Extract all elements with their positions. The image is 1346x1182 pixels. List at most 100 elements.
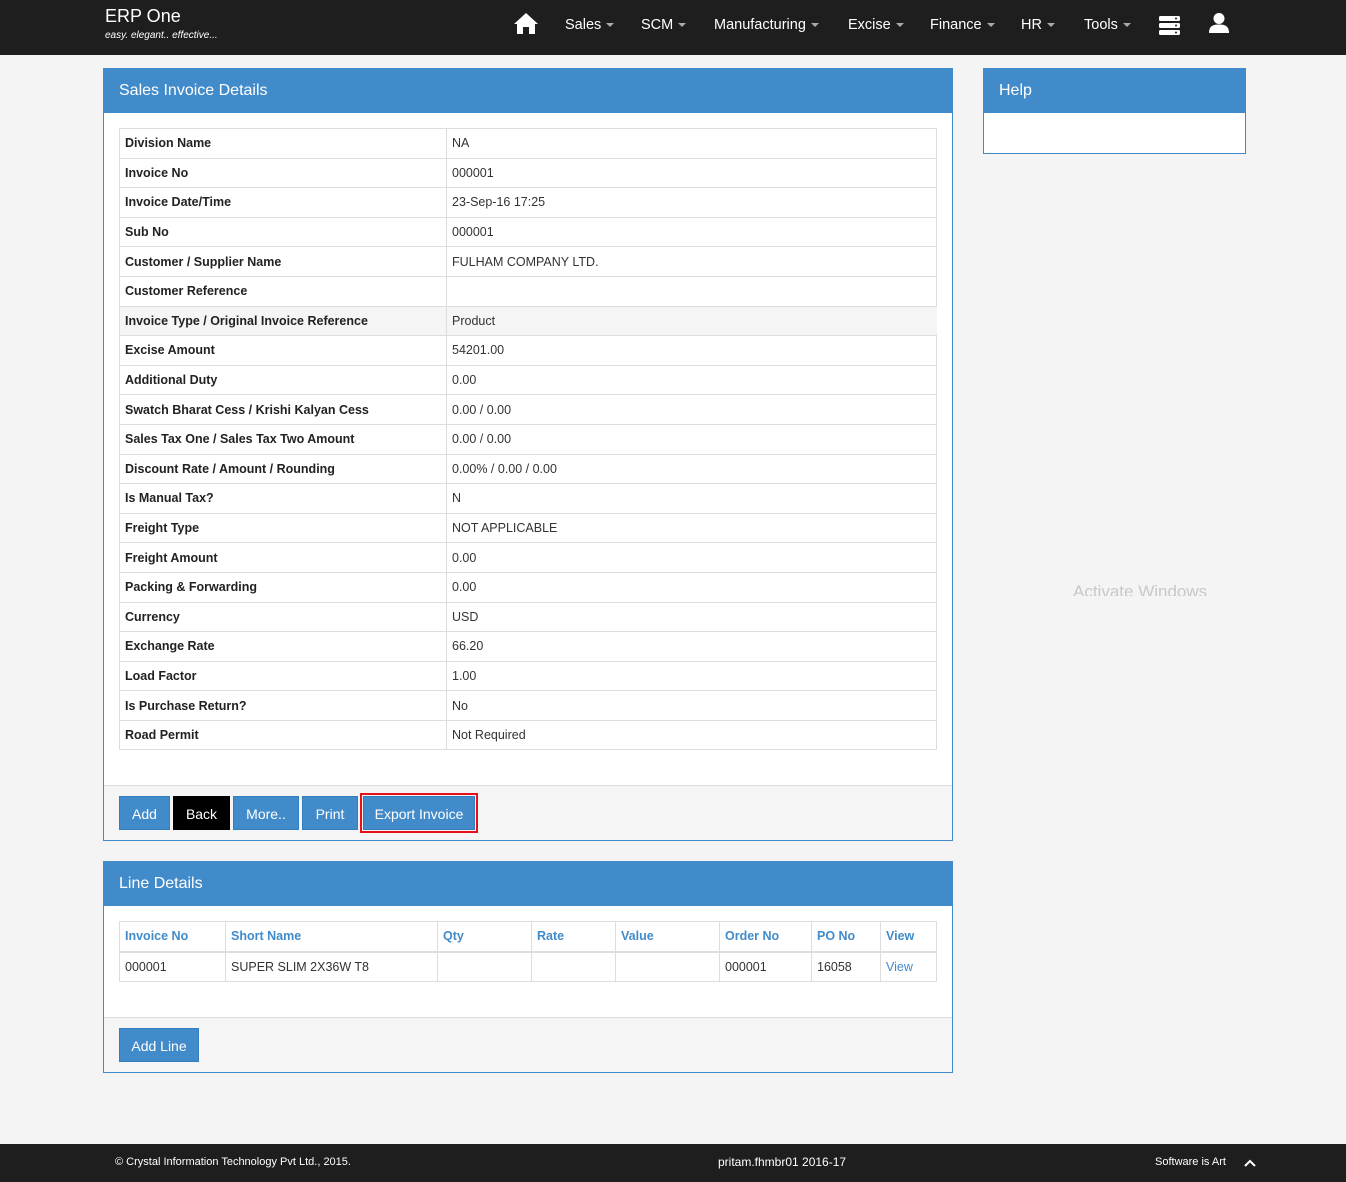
detail-value: 000001 <box>446 157 937 189</box>
detail-label: Is Manual Tax? <box>119 483 447 514</box>
export-invoice-button[interactable]: Export Invoice <box>360 793 478 833</box>
detail-row: Load Factor 1.00 <box>119 660 937 692</box>
detail-row: Road Permit Not Required <box>119 719 937 751</box>
detail-label: Excise Amount <box>119 335 447 366</box>
detail-value: Product <box>446 305 937 337</box>
detail-label: Freight Type <box>119 512 447 544</box>
detail-label: Swatch Bharat Cess / Krishi Kalyan Cess <box>119 394 447 425</box>
cell-po-no: 16058 <box>811 951 881 982</box>
column-header[interactable]: Value <box>615 921 720 953</box>
detail-value: 1.00 <box>446 660 937 692</box>
more-button[interactable]: More.. <box>233 796 299 830</box>
detail-label: Sales Tax One / Sales Tax Two Amount <box>119 423 447 455</box>
chevron-down-icon <box>678 23 687 28</box>
session-text: pritam.fhmbr01 2016-17 <box>718 1155 847 1169</box>
cell-order-no: 000001 <box>719 951 812 982</box>
nav-hr[interactable]: HR <box>1021 17 1055 33</box>
column-header[interactable]: Invoice No <box>119 921 226 953</box>
home-icon[interactable] <box>513 11 539 35</box>
detail-value: 0.00 <box>446 542 937 573</box>
nav-manufacturing[interactable]: Manufacturing <box>714 17 819 33</box>
line-details-panel: Line Details Invoice No Short Name Qty R… <box>103 861 953 1073</box>
detail-value: Not Required <box>446 719 937 751</box>
nav-tools[interactable]: Tools <box>1084 17 1131 33</box>
table-header-row: Invoice No Short Name Qty Rate Value Ord… <box>119 921 937 953</box>
detail-label: Additional Duty <box>119 364 447 396</box>
copyright-text: © Crystal Information Technology Pvt Ltd… <box>115 1156 351 1168</box>
view-link[interactable]: View <box>886 960 913 974</box>
cell-value <box>615 951 720 982</box>
detail-row: Is Purchase Return? No <box>119 690 937 721</box>
detail-row: Additional Duty 0.00 <box>119 364 937 396</box>
invoice-actions-bar: Add Back More.. Print Export Invoice <box>104 785 952 840</box>
detail-label: Discount Rate / Amount / Rounding <box>119 453 447 485</box>
detail-label: Division Name <box>119 128 447 159</box>
detail-label: Is Purchase Return? <box>119 690 447 721</box>
detail-row: Sales Tax One / Sales Tax Two Amount 0.00… <box>119 423 937 455</box>
column-header[interactable]: Qty <box>437 921 532 953</box>
nav-finance[interactable]: Finance <box>930 17 995 33</box>
detail-label: Customer / Supplier Name <box>119 246 447 277</box>
server-icon[interactable] <box>1159 16 1180 36</box>
detail-label: Invoice Type / Original Invoice Referenc… <box>119 305 447 337</box>
detail-row: Excise Amount 54201.00 <box>119 335 937 366</box>
detail-value: USD <box>446 601 937 633</box>
print-button[interactable]: Print <box>302 796 358 830</box>
column-header[interactable]: Rate <box>531 921 616 953</box>
add-line-button[interactable]: Add Line <box>119 1028 199 1062</box>
detail-value: FULHAM COMPANY LTD. <box>446 246 937 277</box>
detail-row: Invoice Date/Time 23-Sep-16 17:25 <box>119 187 937 218</box>
detail-row: Freight Amount 0.00 <box>119 542 937 573</box>
brand-title[interactable]: ERP One <box>105 5 218 27</box>
detail-label: Invoice Date/Time <box>119 187 447 218</box>
detail-row: Swatch Bharat Cess / Krishi Kalyan Cess 0… <box>119 394 937 425</box>
chevron-down-icon <box>810 23 819 28</box>
user-icon[interactable] <box>1208 12 1230 34</box>
cell-view: View <box>880 951 937 982</box>
nav-excise[interactable]: Excise <box>848 17 904 33</box>
panel-title: Sales Invoice Details <box>104 69 952 113</box>
column-header[interactable]: PO No <box>811 921 881 953</box>
line-actions-bar: Add Line <box>104 1017 952 1072</box>
top-navbar: ERP One easy. elegant.. effective... Sal… <box>0 0 1346 55</box>
back-button[interactable]: Back <box>173 796 230 830</box>
detail-label: Currency <box>119 601 447 633</box>
detail-row: Discount Rate / Amount / Rounding 0.00% /… <box>119 453 937 485</box>
invoice-details-panel: Sales Invoice Details Division Name NA Inv… <box>103 68 953 841</box>
chevron-down-icon <box>986 23 995 28</box>
detail-row: Exchange Rate 66.20 <box>119 631 937 662</box>
detail-value: 0.00% / 0.00 / 0.00 <box>446 453 937 485</box>
detail-label: Customer Reference <box>119 275 447 307</box>
detail-value: NOT APPLICABLE <box>446 512 937 544</box>
column-header[interactable]: Short Name <box>225 921 438 953</box>
nav-sales[interactable]: Sales <box>565 17 615 33</box>
detail-label: Sub No <box>119 216 447 248</box>
detail-value: 000001 <box>446 216 937 248</box>
detail-value: N <box>446 483 937 514</box>
nav-scm[interactable]: SCM <box>641 17 687 33</box>
detail-row: Division Name NA <box>119 128 937 159</box>
chevron-down-icon <box>1046 23 1055 28</box>
chevron-up-icon[interactable] <box>1244 1158 1256 1167</box>
add-button[interactable]: Add <box>119 796 170 830</box>
chevron-down-icon <box>606 23 615 28</box>
column-header[interactable]: View <box>880 921 937 953</box>
detail-value: 0.00 <box>446 364 937 396</box>
detail-row: Freight Type NOT APPLICABLE <box>119 512 937 544</box>
detail-value: 0.00 / 0.00 <box>446 423 937 455</box>
detail-value: No <box>446 690 937 721</box>
detail-row: Customer Reference <box>119 275 937 307</box>
cell-qty <box>437 951 532 982</box>
detail-value: 66.20 <box>446 631 937 662</box>
chevron-down-icon <box>1122 23 1131 28</box>
detail-row: Packing & Forwarding 0.00 <box>119 571 937 603</box>
column-header[interactable]: Order No <box>719 921 812 953</box>
detail-row: Sub No 000001 <box>119 216 937 248</box>
detail-row: Is Manual Tax? N <box>119 483 937 514</box>
cell-invoice-no: 000001 <box>119 951 226 982</box>
detail-label: Freight Amount <box>119 542 447 573</box>
activate-windows-watermark: Activate Windows <box>1073 582 1208 596</box>
cell-rate <box>531 951 616 982</box>
brand[interactable]: ERP One easy. elegant.. effective... <box>105 5 218 41</box>
detail-label: Packing & Forwarding <box>119 571 447 603</box>
